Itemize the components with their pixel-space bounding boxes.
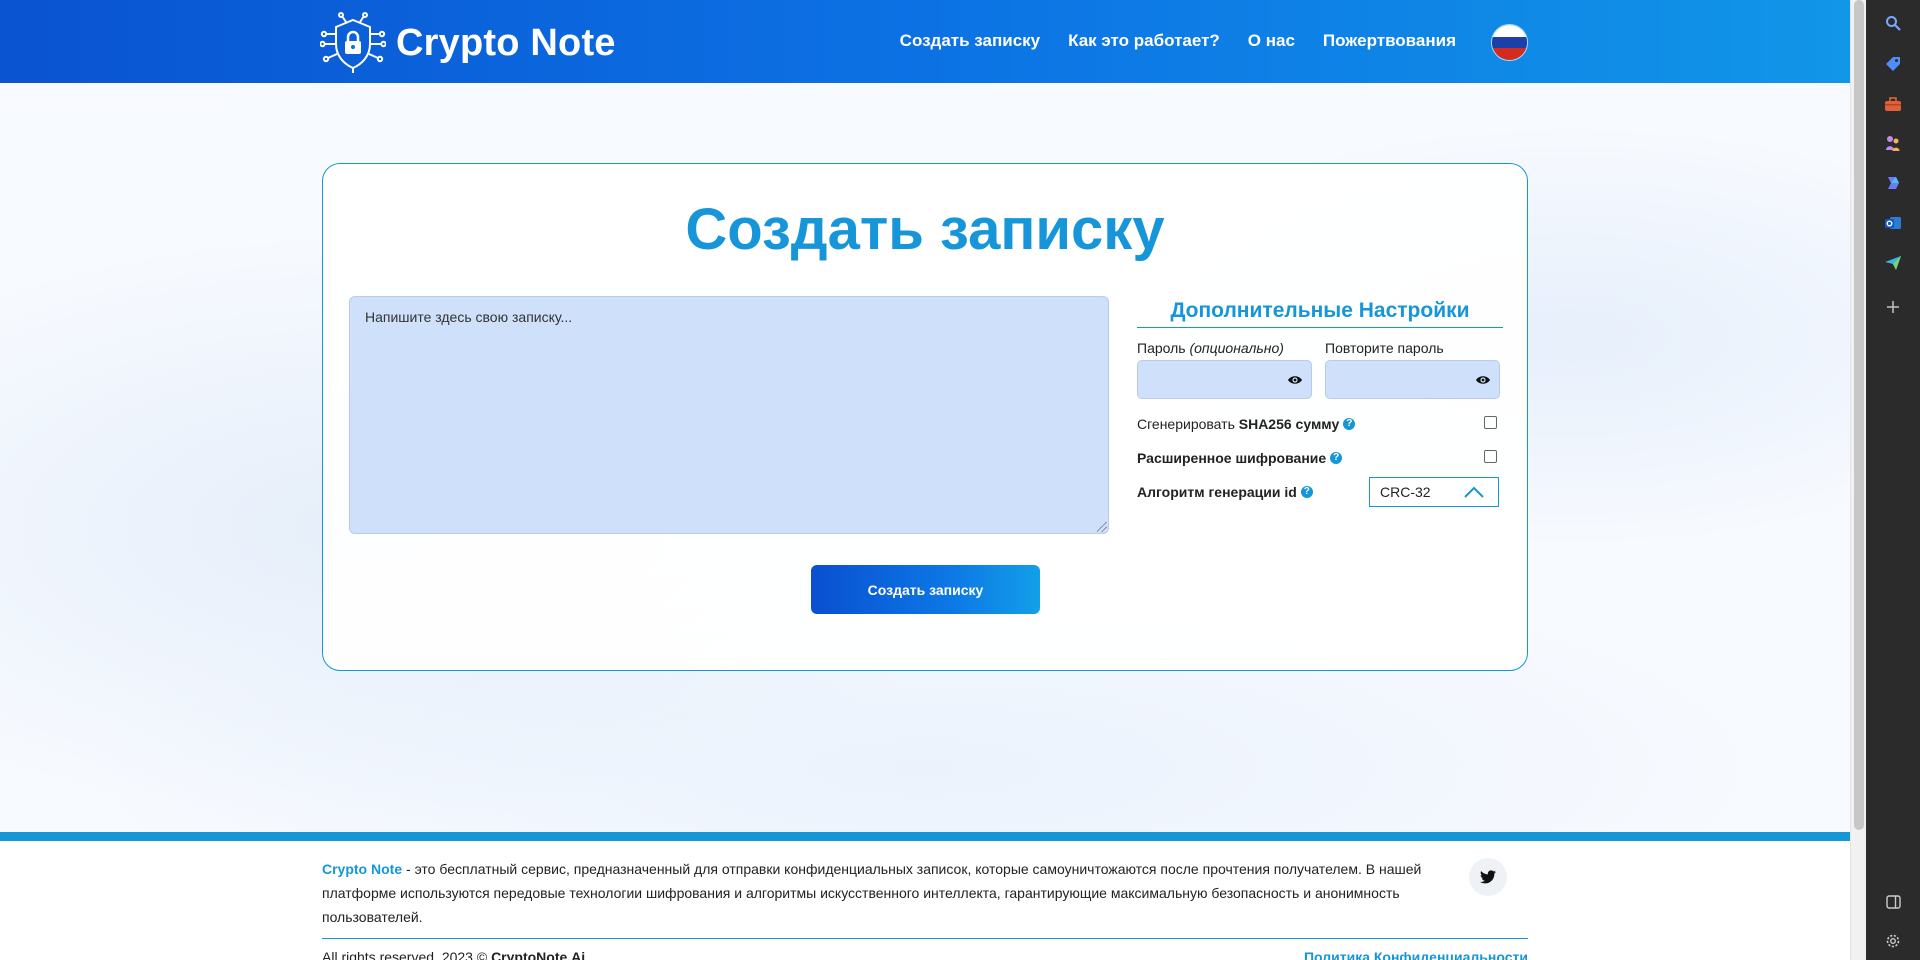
advanced-encryption-option: Расширенное шифрование ? xyxy=(1137,441,1503,475)
footer-divider xyxy=(322,938,1528,939)
footer-brand-link[interactable]: Crypto Note xyxy=(322,861,402,877)
toolbox-icon[interactable] xyxy=(1883,94,1903,114)
privacy-policy-link[interactable]: Политика Конфиденциальности xyxy=(1304,949,1528,960)
page-scrollbar[interactable] xyxy=(1850,0,1866,960)
help-icon[interactable]: ? xyxy=(1330,452,1343,464)
nav-about[interactable]: О нас xyxy=(1248,31,1295,51)
nav-how-it-works[interactable]: Как это работает? xyxy=(1068,31,1220,51)
twitter-button[interactable] xyxy=(1469,858,1507,896)
id-algorithm-label: Алгоритм генерации id xyxy=(1137,484,1297,500)
sha256-bold: SHA256 сумму xyxy=(1238,416,1340,432)
settings-title: Дополнительные Настройки xyxy=(1137,299,1503,328)
sha256-prefix: Сгенерировать xyxy=(1137,416,1235,432)
tag-icon[interactable] xyxy=(1883,54,1903,74)
advanced-encryption-checkbox[interactable] xyxy=(1484,450,1497,463)
footer-description: Crypto Note - это бесплатный сервис, пре… xyxy=(322,857,1428,929)
resize-grip[interactable] xyxy=(1097,522,1107,532)
id-algorithm-value: CRC-32 xyxy=(1380,484,1431,500)
create-note-card: Создать записку Дополнительные Настройки… xyxy=(322,163,1528,671)
note-textarea[interactable] xyxy=(349,296,1109,534)
password-label: Пароль (опционально) xyxy=(1137,340,1312,356)
repeat-password-field xyxy=(1325,360,1500,399)
outlook-icon[interactable] xyxy=(1883,213,1903,233)
id-algorithm-option: Алгоритм генерации id ? CRC-32 xyxy=(1137,475,1503,509)
password-optional-text: (опционально) xyxy=(1189,340,1284,356)
repeat-password-label: Повторите пароль xyxy=(1325,340,1444,356)
logo[interactable]: Crypto Note xyxy=(320,12,616,74)
russia-flag-icon[interactable] xyxy=(1491,24,1528,61)
twitter-icon xyxy=(1480,870,1496,884)
id-algorithm-select[interactable]: CRC-32 xyxy=(1369,477,1499,507)
search-icon[interactable] xyxy=(1883,13,1903,33)
page-title: Создать записку xyxy=(685,197,1165,262)
browser-sidebar xyxy=(1866,0,1920,960)
help-icon[interactable]: ? xyxy=(1343,418,1356,430)
brand-name: Crypto Note xyxy=(396,21,616,64)
copyright-prefix: All rights reserved. 2023 © xyxy=(322,949,488,960)
copyright-brand: CryptoNote.Ai xyxy=(491,949,586,960)
password-field xyxy=(1137,360,1312,399)
advanced-encryption-label: Расширенное шифрование xyxy=(1137,450,1327,466)
split-view-icon[interactable] xyxy=(1883,892,1903,912)
repeat-password-column: Повторите пароль xyxy=(1325,340,1500,399)
eye-icon[interactable] xyxy=(1475,374,1491,386)
chevron-up-icon xyxy=(1464,486,1484,498)
add-icon[interactable] xyxy=(1883,297,1903,317)
settings-icon[interactable] xyxy=(1883,931,1903,951)
site-footer: Crypto Note - это бесплатный сервис, пре… xyxy=(0,841,1850,960)
password-label-text: Пароль xyxy=(1137,340,1186,356)
nav-donations[interactable]: Пожертвования xyxy=(1323,31,1456,51)
password-input[interactable] xyxy=(1138,361,1311,398)
advanced-settings: Дополнительные Настройки Пароль (опциона… xyxy=(1137,299,1503,509)
site-header: Crypto Note Создать записку Как это рабо… xyxy=(0,0,1850,83)
password-column: Пароль (опционально) xyxy=(1137,340,1312,399)
copilot-icon[interactable] xyxy=(1883,173,1903,193)
footer-accent-bar xyxy=(0,832,1850,841)
sha256-checkbox[interactable] xyxy=(1484,416,1497,429)
nav-create-note[interactable]: Создать записку xyxy=(900,31,1040,51)
sha256-option: Сгенерировать SHA256 сумму ? xyxy=(1137,407,1503,441)
chess-icon[interactable] xyxy=(1883,133,1903,153)
footer-description-text: - это бесплатный сервис, предназначенный… xyxy=(322,861,1422,925)
help-icon[interactable]: ? xyxy=(1300,486,1313,498)
shield-lock-circuit-icon xyxy=(320,12,386,73)
repeat-password-input[interactable] xyxy=(1326,361,1499,398)
copyright: All rights reserved. 2023 © CryptoNote.A… xyxy=(322,949,585,960)
scrollbar-thumb[interactable] xyxy=(1854,0,1864,830)
send-icon[interactable] xyxy=(1883,253,1903,273)
password-row: Пароль (опционально) Повторите пароль xyxy=(1137,340,1503,399)
page: Crypto Note Создать записку Как это рабо… xyxy=(0,0,1850,960)
eye-icon[interactable] xyxy=(1287,374,1303,386)
create-note-button[interactable]: Создать записку xyxy=(811,565,1040,614)
main-nav: Создать записку Как это работает? О нас … xyxy=(900,31,1456,51)
